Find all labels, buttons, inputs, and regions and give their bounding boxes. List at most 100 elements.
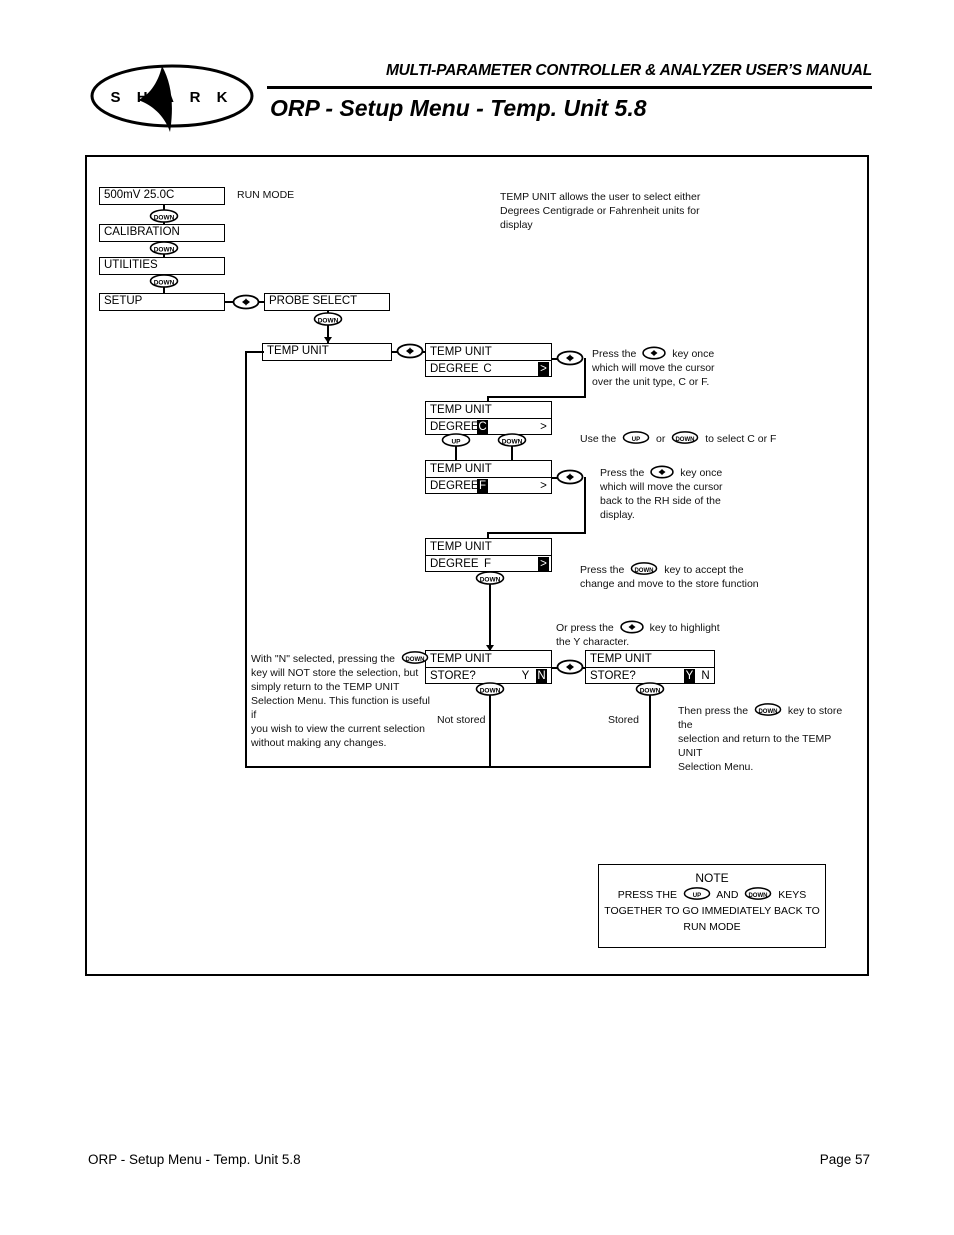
note-text-a: PRESS THE — [617, 889, 678, 901]
stored-label: Stored — [608, 714, 639, 726]
svg-text:DOWN: DOWN — [676, 437, 695, 443]
callout-1: Press the key once which will move the c… — [592, 346, 772, 389]
cursor-indicator: C — [477, 420, 488, 434]
lcd-temp-unit-menu: TEMP UNIT — [262, 343, 392, 361]
lcd-line: CALIBRATION — [104, 226, 180, 238]
key-left-right-icon — [556, 469, 584, 485]
key-up-icon: UP — [441, 433, 471, 447]
shark-logo: S H A R K — [88, 62, 256, 134]
note-text-c: KEYS — [778, 889, 807, 901]
connector-return — [245, 351, 264, 353]
key-up-icon: UP — [621, 431, 651, 444]
connector-return — [245, 766, 651, 768]
callout-6-text-b: key will NOT store the selection, but — [251, 667, 419, 679]
key-down-icon: DOWN — [313, 312, 343, 326]
degree-label: DEGREE — [430, 480, 479, 492]
callout-3-text-d: back to the RH side of the — [600, 495, 721, 507]
lcd-line1: TEMP UNIT — [430, 541, 492, 553]
logo-text: S H A R K — [111, 89, 234, 106]
degree-label: DEGREE — [430, 558, 479, 570]
callout-2-text-a: Use the — [580, 433, 617, 445]
callout-3-text-a: Press the — [600, 467, 645, 479]
lcd-line1: TEMP UNIT — [430, 404, 492, 416]
callout-1-text-d: over the unit type, C or F. — [592, 376, 710, 388]
store-label: STORE? — [590, 670, 636, 682]
callout-3: Press the key once which will move the c… — [600, 465, 785, 522]
svg-text:DOWN: DOWN — [318, 318, 339, 325]
lcd-panel-1: TEMP UNIT DEGREE C > — [425, 343, 552, 377]
note-title: NOTE — [695, 871, 729, 885]
svg-text:DOWN: DOWN — [480, 577, 501, 584]
lcd-line2: STORE? Y N — [586, 667, 714, 683]
intro-text: TEMP UNIT allows the user to select eith… — [500, 191, 701, 231]
callout-5: Or press the key to highlight the Y char… — [556, 620, 766, 649]
lcd-line1: TEMP UNIT — [430, 463, 492, 475]
lcd-line1: TEMP UNIT — [590, 653, 652, 665]
callout-6: With "N" selected, pressing the DOWN key… — [251, 651, 433, 750]
key-down-icon: DOWN — [743, 887, 773, 900]
store-yes: Y — [521, 670, 530, 682]
key-down-icon: DOWN — [149, 209, 179, 223]
manual-title: MULTI-PARAMETER CONTROLLER & ANALYZER US… — [385, 62, 872, 79]
lcd-line1: TEMP UNIT — [430, 653, 492, 665]
key-left-right-icon — [619, 620, 645, 634]
degree-value: C — [483, 363, 492, 375]
lcd-line: 500mV 25.0C — [104, 189, 175, 201]
lcd-line2: DEGREE C > — [426, 360, 551, 376]
lcd-line2: DEGREE C > — [426, 418, 551, 434]
footer-right: Page 57 — [819, 1152, 870, 1167]
lcd-calibration: CALIBRATION — [99, 224, 225, 242]
callout-4: Press the DOWN key to accept the change … — [580, 562, 820, 591]
callout-7-text-a: Then press the — [678, 705, 749, 717]
svg-text:UP: UP — [632, 437, 640, 443]
callout-4-text-a: Press the — [580, 564, 625, 576]
note-line-3: RUN MODE — [683, 921, 741, 933]
key-down-icon: DOWN — [497, 433, 527, 447]
svg-text:UP: UP — [451, 439, 461, 446]
store-label: STORE? — [430, 670, 476, 682]
key-down-icon: DOWN — [635, 682, 665, 696]
note-line-1: PRESS THE UP AND DOWN KEYS — [599, 887, 825, 903]
degree-label: DEGREE — [430, 363, 479, 375]
cursor-right-marker: > — [540, 480, 547, 492]
callout-5-text-c: the Y character. — [556, 636, 630, 648]
cursor-indicator: > — [538, 557, 549, 571]
svg-text:DOWN: DOWN — [154, 215, 175, 222]
svg-text:DOWN: DOWN — [480, 688, 501, 695]
callout-7-text-d: Selection Menu. — [678, 761, 754, 773]
lcd-panel-3: TEMP UNIT DEGREE F > — [425, 460, 552, 494]
svg-text:DOWN: DOWN — [502, 439, 523, 446]
footer-left: ORP - Setup Menu - Temp. Unit 5.8 — [88, 1152, 301, 1167]
key-left-right-icon — [641, 346, 667, 360]
lcd-line: SETUP — [104, 295, 143, 307]
svg-text:DOWN: DOWN — [154, 280, 175, 287]
store-yes-selected: Y — [684, 669, 695, 683]
connector — [487, 396, 586, 398]
callout-6-text-e: you wish to view the current selection — [251, 723, 425, 735]
key-down-icon: DOWN — [149, 274, 179, 288]
lcd-line: TEMP UNIT — [267, 345, 329, 357]
key-left-right-icon — [556, 659, 584, 675]
key-up-icon: UP — [682, 887, 712, 900]
svg-text:DOWN: DOWN — [635, 568, 654, 574]
svg-text:DOWN: DOWN — [405, 657, 424, 663]
key-down-icon: DOWN — [629, 562, 659, 575]
cursor-right-marker: > — [540, 421, 547, 433]
svg-text:DOWN: DOWN — [640, 688, 661, 695]
callout-6-text-c: simply return to the TEMP UNIT — [251, 681, 400, 693]
callout-5-text-b: key to highlight — [649, 622, 720, 634]
header-divider — [267, 86, 872, 89]
lcd-utilities: UTILITIES — [99, 257, 225, 275]
callout-1-text-b: key once — [672, 348, 715, 360]
callout-7: Then press the DOWN key to store the sel… — [678, 703, 858, 774]
not-stored-label: Not stored — [437, 714, 486, 726]
lcd-line2: DEGREE F > — [426, 555, 551, 571]
lcd-line1: TEMP UNIT — [430, 346, 492, 358]
callout-6-text-a: With "N" selected, pressing the — [251, 653, 396, 665]
lcd-line: PROBE SELECT — [269, 295, 358, 307]
note-text-b: AND — [716, 889, 739, 901]
cursor-indicator: > — [538, 362, 549, 376]
key-down-icon: DOWN — [670, 431, 700, 444]
degree-value: F — [483, 558, 492, 570]
lcd-setup: SETUP — [99, 293, 225, 311]
